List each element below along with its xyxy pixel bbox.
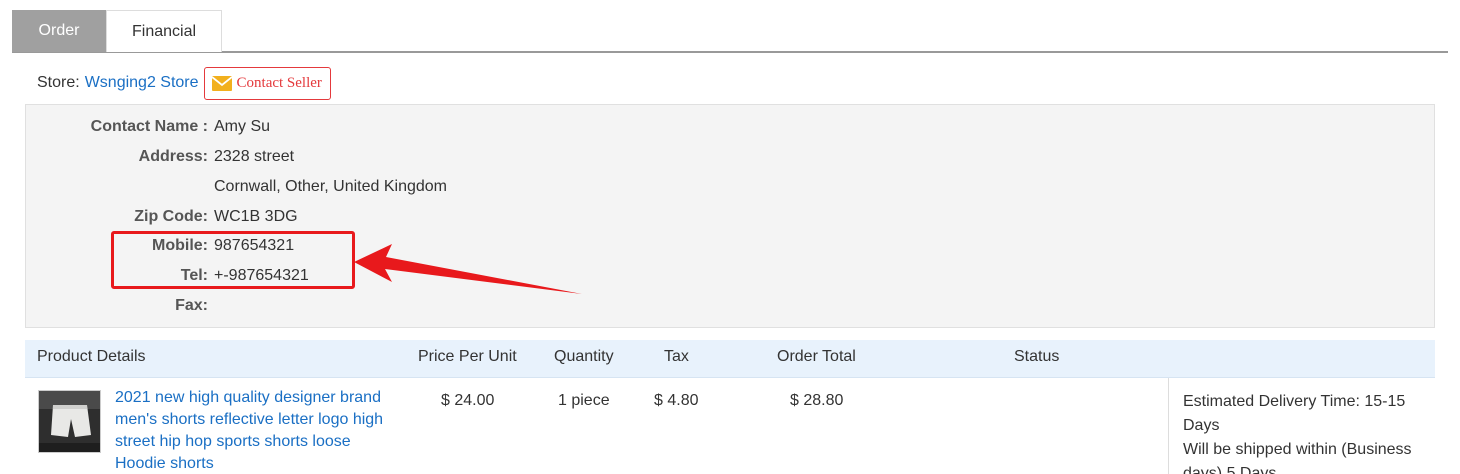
annotation-arrow-icon bbox=[354, 244, 582, 294]
store-line: Store: Wsnging2 Store Contact Seller bbox=[37, 66, 331, 100]
col-price-per-unit: Price Per Unit bbox=[418, 348, 517, 365]
table-row: 2021 new high quality designer brand men… bbox=[25, 378, 1435, 474]
product-title-link[interactable]: 2021 new high quality designer brand men… bbox=[115, 387, 405, 474]
col-status: Status bbox=[1014, 348, 1060, 365]
quantity-value: 1 piece bbox=[558, 392, 610, 409]
estimated-delivery-text: Estimated Delivery Time: 15-15 Days bbox=[1183, 393, 1406, 434]
fax-label: Fax: bbox=[175, 297, 208, 314]
shorts-image-icon bbox=[39, 391, 100, 452]
contact-name-label: Contact Name : bbox=[90, 118, 208, 135]
product-thumbnail[interactable] bbox=[38, 390, 101, 453]
store-name-link[interactable]: Wsnging2 Store bbox=[85, 74, 199, 92]
col-product-details: Product Details bbox=[37, 348, 146, 365]
address-line1: 2328 street bbox=[214, 148, 295, 165]
shipping-address-panel: Contact Name : Amy Su Address: 2328 stre… bbox=[25, 104, 1435, 328]
product-table-header: Product Details Price Per Unit Quantity … bbox=[25, 340, 1435, 378]
tab-order[interactable]: Order bbox=[12, 10, 106, 52]
ship-within-text: Will be shipped within (Business days) 5… bbox=[1183, 441, 1412, 474]
delivery-info: Estimated Delivery Time: 15-15 Days Will… bbox=[1183, 390, 1428, 474]
address-line2: Cornwall, Other, United Kingdom bbox=[214, 178, 447, 195]
envelope-icon bbox=[211, 75, 232, 91]
zip-label: Zip Code: bbox=[134, 208, 208, 225]
tax-value: $ 4.80 bbox=[654, 392, 699, 409]
contact-name-value: Amy Su bbox=[214, 118, 271, 135]
order-total-value: $ 28.80 bbox=[790, 392, 844, 409]
column-divider bbox=[1168, 378, 1169, 474]
col-tax: Tax bbox=[664, 348, 689, 365]
address-label: Address: bbox=[138, 148, 208, 165]
col-quantity: Quantity bbox=[554, 348, 614, 365]
zip-value: WC1B 3DG bbox=[214, 208, 298, 225]
tab-financial[interactable]: Financial bbox=[106, 10, 222, 52]
tab-bar: Order Financial bbox=[12, 10, 1448, 53]
col-order-total: Order Total bbox=[777, 348, 856, 365]
contact-seller-button[interactable]: Contact Seller bbox=[203, 66, 331, 100]
price-value: $ 24.00 bbox=[441, 392, 495, 409]
contact-seller-label: Contact Seller bbox=[236, 74, 322, 91]
highlight-box bbox=[111, 231, 355, 289]
store-label: Store: bbox=[37, 74, 80, 91]
